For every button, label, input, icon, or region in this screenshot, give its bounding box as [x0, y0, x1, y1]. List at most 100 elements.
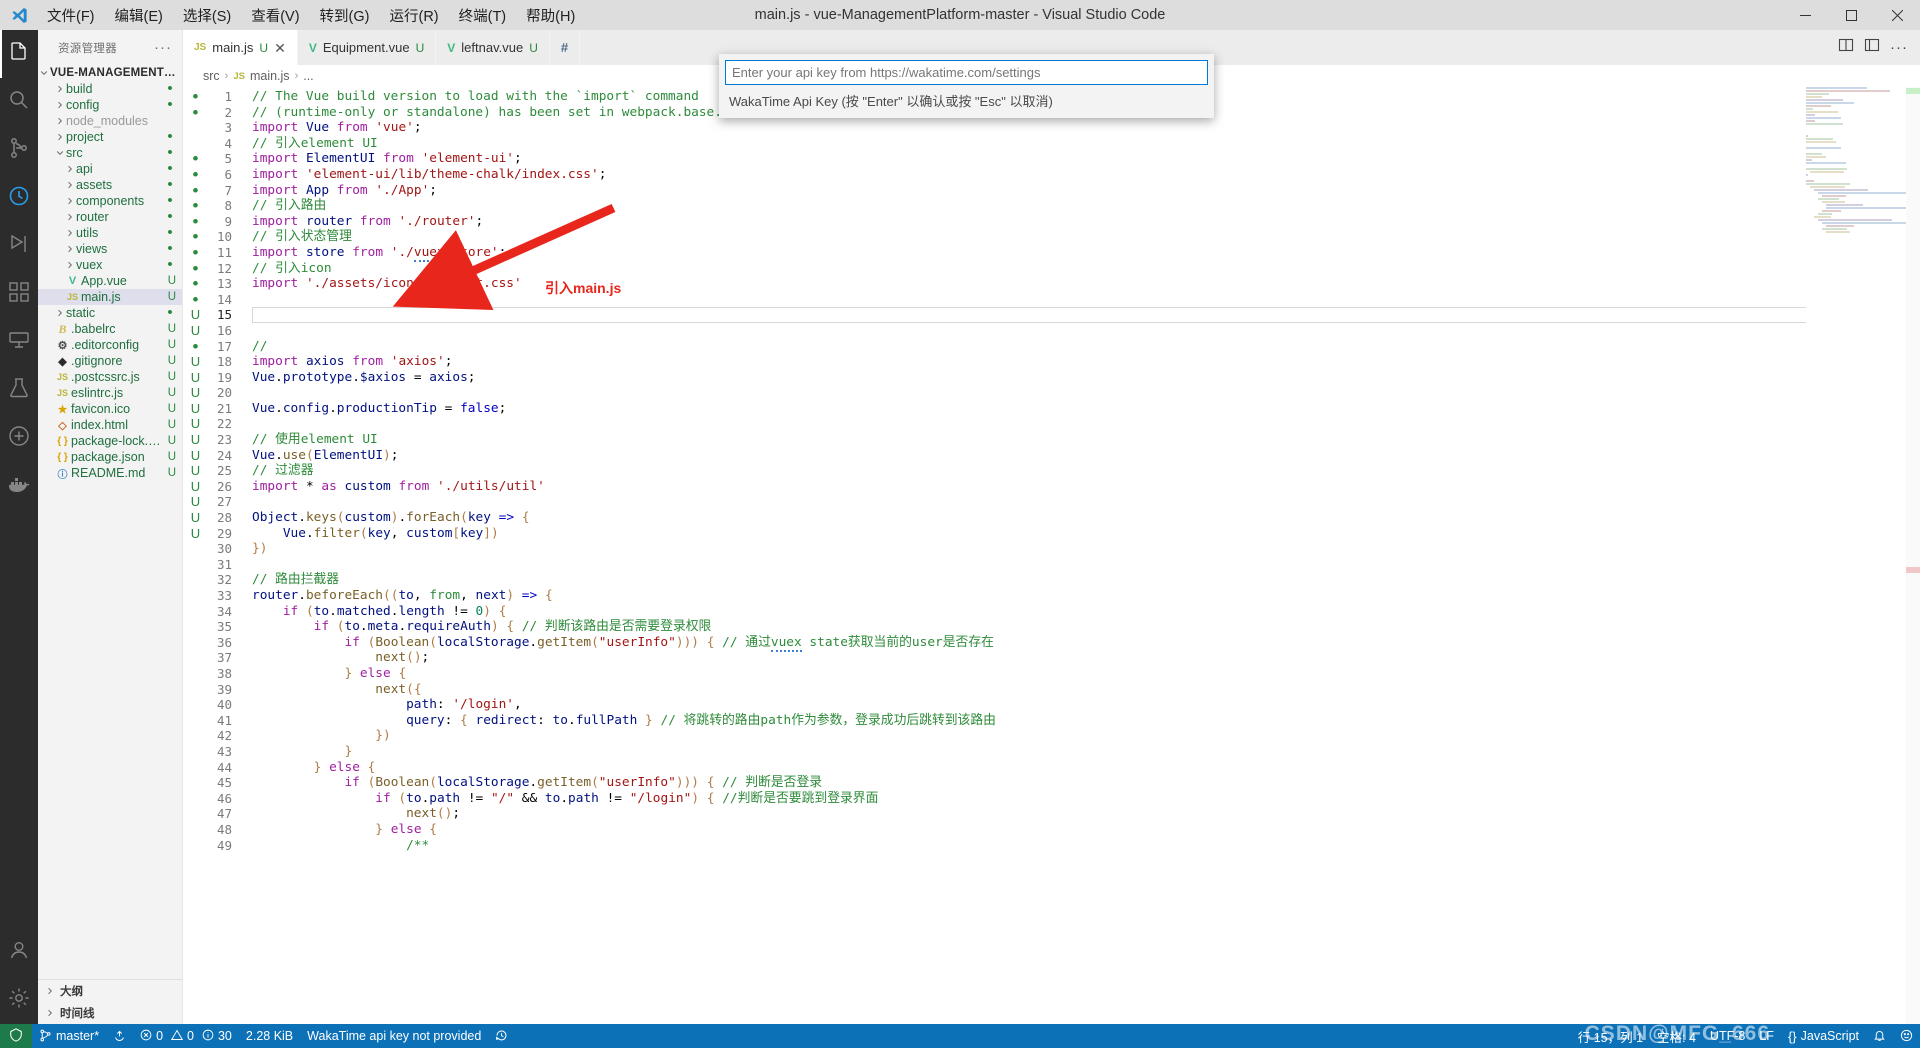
maximize-button[interactable] — [1828, 0, 1874, 30]
activity-accounts[interactable] — [0, 928, 38, 976]
status-problems[interactable]: 0 0 30 — [133, 1024, 239, 1048]
code-line[interactable]: import 'element-ui/lib/theme-chalk/index… — [252, 167, 1920, 183]
tree-item-views[interactable]: views • — [38, 241, 182, 257]
menu-terminal[interactable]: 终端(T) — [450, 1, 516, 30]
menu-edit[interactable]: 编辑(E) — [106, 1, 172, 30]
tab-leftnav-vue[interactable]: Vleftnav.vue U — [436, 30, 550, 65]
tree-item--babelrc[interactable]: B .babelrc U — [38, 321, 182, 337]
editor-scrollbar[interactable] — [1906, 87, 1920, 1024]
sidebar-more-button[interactable]: ··· — [154, 39, 172, 56]
api-key-input[interactable] — [725, 60, 1208, 85]
tab-main-js[interactable]: JS main.js U ✕ — [183, 30, 298, 65]
code-line[interactable]: import './assets/icon/iconfont.css' — [252, 276, 1920, 292]
code-line[interactable]: if (to.meta.requireAuth) { // 判断该路由是否需要登… — [252, 619, 1920, 635]
status-language-mode[interactable]: {} JavaScript — [1781, 1024, 1866, 1048]
code-line[interactable]: /** — [252, 838, 1920, 854]
code-line[interactable]: import store from './vuex/store'; — [252, 244, 1920, 262]
timeline-section[interactable]: 时间线 — [38, 1002, 182, 1024]
activity-extensions[interactable] — [0, 270, 38, 318]
code-line[interactable] — [252, 494, 1920, 510]
code-line[interactable]: import ElementUI from 'element-ui'; — [252, 151, 1920, 167]
code-line[interactable]: } — [252, 744, 1920, 760]
status-branch[interactable]: master* — [32, 1024, 106, 1048]
menu-selection[interactable]: 选择(S) — [174, 1, 240, 30]
tree-item-vuex[interactable]: vuex • — [38, 257, 182, 273]
tree-item-config[interactable]: config • — [38, 97, 182, 113]
code-line[interactable] — [252, 292, 1920, 308]
breadcrumb-part-symbol[interactable]: ... — [303, 69, 313, 83]
code-line[interactable]: if (Boolean(localStorage.getItem("userIn… — [252, 775, 1920, 791]
menu-help[interactable]: 帮助(H) — [517, 1, 584, 30]
code-line[interactable]: // — [252, 339, 1920, 355]
status-filesize[interactable]: 2.28 KiB — [239, 1024, 300, 1048]
outline-section[interactable]: 大纲 — [38, 980, 182, 1002]
code-line[interactable]: // 引入状态管理 — [252, 229, 1920, 245]
close-button[interactable] — [1874, 0, 1920, 30]
status-notifications[interactable] — [1866, 1024, 1893, 1048]
tree-item-project[interactable]: project • — [38, 129, 182, 145]
activity-source-control[interactable] — [0, 126, 38, 174]
code-line[interactable]: }) — [252, 541, 1920, 557]
status-eol[interactable]: LF — [1752, 1024, 1781, 1048]
code-line[interactable]: // 路由拦截器 — [252, 572, 1920, 588]
tab-untitled[interactable]: # — [549, 30, 581, 65]
tree-item-main-js[interactable]: JS main.js U — [38, 289, 182, 305]
tree-item-package-lock-json[interactable]: { } package-lock.json U — [38, 433, 182, 449]
code-line[interactable]: // 使用element UI — [252, 432, 1920, 448]
tree-item-components[interactable]: components • — [38, 193, 182, 209]
activity-test[interactable] — [0, 366, 38, 414]
code-line[interactable]: if (Boolean(localStorage.getItem("userIn… — [252, 634, 1920, 652]
menu-file[interactable]: 文件(F) — [38, 1, 104, 30]
tree-item-node-modules[interactable]: node_modules — [38, 113, 182, 129]
status-history[interactable] — [488, 1024, 515, 1048]
code-line[interactable]: next(); — [252, 650, 1920, 666]
tree-item-router[interactable]: router • — [38, 209, 182, 225]
code-line[interactable] — [252, 557, 1920, 573]
code-line[interactable] — [252, 416, 1920, 432]
editor-more-button[interactable]: ··· — [1890, 39, 1908, 56]
activity-explorer[interactable] — [0, 30, 38, 78]
tree-item-favicon-ico[interactable]: ★ favicon.ico U — [38, 401, 182, 417]
activity-settings[interactable] — [0, 976, 38, 1024]
code-line[interactable]: import router from './router'; — [252, 214, 1920, 230]
window-controls[interactable] — [1782, 0, 1920, 30]
code-line[interactable]: Vue.prototype.$axios = axios; — [252, 370, 1920, 386]
breadcrumb-part-src[interactable]: src — [203, 69, 220, 83]
code-line[interactable]: Object.keys(custom).forEach(key => { — [252, 510, 1920, 526]
close-icon[interactable]: ✕ — [274, 41, 286, 55]
tree-root-row[interactable]: VUE-MANAGEMENTPLATF... — [38, 65, 182, 81]
layout-icon[interactable] — [1864, 37, 1880, 58]
status-feedback[interactable] — [1893, 1024, 1920, 1048]
code-content[interactable]: // The Vue build version to load with th… — [236, 87, 1920, 1024]
activity-search[interactable] — [0, 78, 38, 126]
status-remote-button[interactable] — [0, 1024, 32, 1048]
status-indentation[interactable]: 空格: 4 — [1650, 1024, 1703, 1048]
code-line[interactable] — [252, 385, 1920, 401]
code-line[interactable]: import * as custom from './utils/util' — [252, 479, 1920, 495]
tree-item--postcssrc-js[interactable]: JS .postcssrc.js U — [38, 369, 182, 385]
status-sync[interactable] — [106, 1024, 133, 1048]
code-line[interactable]: } else { — [252, 666, 1920, 682]
tree-item-app-vue[interactable]: V App.vue U — [38, 273, 182, 289]
code-line[interactable]: }) — [252, 728, 1920, 744]
code-line[interactable]: // 引入element UI — [252, 136, 1920, 152]
code-editor[interactable]: • • • • • • • • • • • • U U • U U U U U U U U U U U U 1 2 3 4 5 6 7 8 9 10 1… — [183, 87, 1920, 1024]
code-line[interactable]: } else { — [252, 822, 1920, 838]
code-line[interactable]: Vue.config.productionTip = false; — [252, 401, 1920, 417]
menu-go[interactable]: 转到(G) — [311, 1, 379, 30]
code-line[interactable]: } else { — [252, 760, 1920, 776]
code-line[interactable]: Vue.filter(key, custom[key]) — [252, 526, 1920, 542]
code-line[interactable]: next({ — [252, 682, 1920, 698]
activity-remote-explorer[interactable] — [0, 318, 38, 366]
code-line[interactable]: path: '/login', — [252, 697, 1920, 713]
code-line[interactable] — [252, 323, 1920, 339]
breadcrumb-part-file[interactable]: main.js — [250, 69, 290, 83]
tree-item-static[interactable]: static • — [38, 305, 182, 321]
tree-item-package-json[interactable]: { } package.json U — [38, 449, 182, 465]
tree-item-api[interactable]: api • — [38, 161, 182, 177]
menu-run[interactable]: 运行(R) — [380, 1, 447, 30]
activity-run-debug[interactable] — [0, 222, 38, 270]
code-line[interactable]: if (to.matched.length != 0) { — [252, 604, 1920, 620]
file-tree[interactable]: VUE-MANAGEMENTPLATF... build • config • node… — [38, 65, 182, 979]
code-line[interactable] — [252, 307, 1920, 323]
